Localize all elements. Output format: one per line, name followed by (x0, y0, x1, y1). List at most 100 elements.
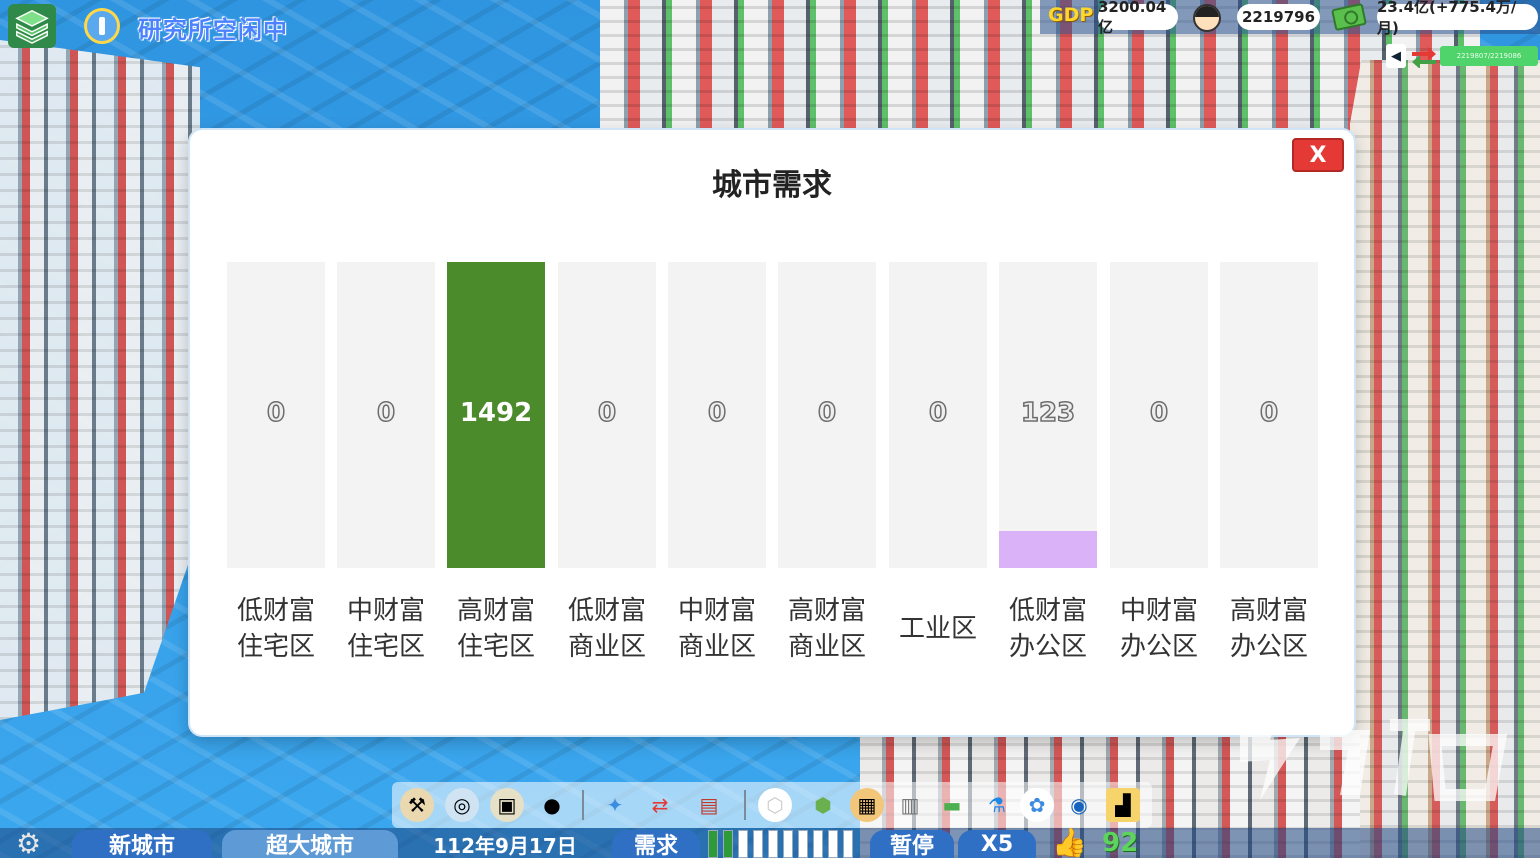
close-button[interactable]: X (1292, 138, 1344, 172)
toolbar-divider (744, 790, 746, 820)
flower-icon[interactable]: ✿ (1020, 788, 1054, 822)
demand-column-high-commercial: 0 高财富 商业区 (778, 262, 876, 682)
population-icon (1193, 4, 1221, 32)
demand-button[interactable]: 需求 (612, 830, 700, 858)
demand-column-mid-office: 0 中财富 办公区 (1110, 262, 1208, 682)
demand-columns: 0 低财富 住宅区 0 中财富 住宅区 1492 高财富 住宅区 0 低财富 商… (227, 262, 1320, 682)
demand-label: 低财富 办公区 (989, 592, 1107, 666)
demand-column-low-residential: 0 低财富 住宅区 (227, 262, 325, 682)
money-value: 23.4亿(+775.4万/月) (1377, 0, 1538, 37)
gdp-value: 3200.04亿 (1098, 0, 1178, 36)
demand-value: 0 (817, 397, 837, 429)
demand-label-line1: 低财富 (1008, 596, 1087, 626)
demand-column-high-office: 0 高财富 办公区 (1220, 262, 1318, 682)
speed-step[interactable] (738, 830, 748, 858)
demand-label-line1: 工业区 (898, 614, 977, 644)
zone-hex-icon[interactable]: ⬡ (758, 788, 792, 822)
demand-label: 高财富 住宅区 (437, 592, 555, 666)
demand-value: 1492 (459, 398, 533, 428)
demand-column-mid-residential: 0 中财富 住宅区 (337, 262, 435, 682)
demand-label-line2: 办公区 (1008, 632, 1087, 662)
trade-arrows-icon[interactable] (1410, 44, 1438, 68)
statistics-icon[interactable]: ▤ (692, 788, 726, 822)
dialog-title: 城市需求 (712, 168, 832, 203)
demand-label: 中财富 住宅区 (327, 592, 445, 666)
demand-label-line1: 高财富 (1229, 596, 1308, 626)
metro-icon[interactable]: ◎ (445, 788, 479, 822)
demand-label: 高财富 办公区 (1210, 592, 1328, 666)
game-date: 112年9月17日 (433, 833, 577, 858)
layers-button[interactable] (8, 4, 56, 48)
speed-step[interactable] (768, 830, 778, 858)
approval-thumb-icon: 👍 (1052, 826, 1087, 858)
finance-icon[interactable]: ▬ (935, 788, 969, 822)
demand-label: 高财富 商业区 (768, 592, 886, 666)
demand-column-industrial: 0 工业区 (889, 262, 987, 682)
demand-label-line2: 商业区 (567, 632, 646, 662)
disaster-icon[interactable]: ● (535, 788, 569, 822)
speed-button[interactable]: X5 (958, 830, 1036, 858)
research-flask-icon[interactable]: ⚗ (980, 788, 1014, 822)
settings-gear-icon[interactable]: ⚙ (16, 830, 50, 858)
demand-label-line1: 低财富 (236, 596, 315, 626)
industry-icon[interactable]: ▟ (1106, 788, 1140, 822)
pause-button[interactable]: 暂停 (870, 830, 954, 858)
demand-label-line1: 低财富 (567, 596, 646, 626)
bulldozer-icon[interactable]: ▣ (490, 788, 524, 822)
view-eye-icon[interactable]: ◉ (1062, 788, 1096, 822)
demand-label-line2: 商业区 (677, 632, 756, 662)
gdp-label: GDP (1048, 4, 1094, 26)
demand-column-high-residential: 1492 高财富 住宅区 (447, 262, 545, 682)
demand-label: 中财富 办公区 (1100, 592, 1218, 666)
speed-step[interactable] (828, 830, 838, 858)
speed-step[interactable] (708, 830, 718, 858)
demand-column-low-commercial: 0 低财富 商业区 (558, 262, 656, 682)
demand-value: 0 (1259, 397, 1279, 429)
demand-label-line1: 中财富 (346, 596, 425, 626)
speed-step[interactable] (723, 830, 733, 858)
speed-step[interactable] (843, 830, 853, 858)
demand-label-line2: 住宅区 (456, 632, 535, 662)
demand-value: 0 (1149, 397, 1169, 429)
demand-label-line2: 办公区 (1119, 632, 1198, 662)
collapse-arrow-button[interactable]: ◀ (1386, 44, 1406, 68)
demand-label-line1: 中财富 (677, 596, 756, 626)
policy-icon[interactable]: ✦ (598, 788, 632, 822)
demand-label: 低财富 商业区 (548, 592, 666, 666)
demand-label-line2: 住宅区 (346, 632, 425, 662)
demand-value: 0 (707, 397, 727, 429)
speed-step[interactable] (813, 830, 823, 858)
demand-label-line1: 中财富 (1119, 596, 1198, 626)
demand-column-mid-commercial: 0 中财富 商业区 (668, 262, 766, 682)
speed-slider[interactable] (708, 828, 866, 858)
district-icon[interactable]: ⬢ (806, 788, 840, 822)
city-size-label: 超大城市 (222, 830, 398, 858)
demand-label-line2: 办公区 (1229, 632, 1308, 662)
layers-icon (15, 10, 49, 44)
demand-label-line1: 高财富 (456, 596, 535, 626)
demand-value: 0 (376, 397, 396, 429)
research-icon[interactable] (84, 8, 120, 44)
speed-step[interactable] (753, 830, 763, 858)
transfer-icon[interactable]: ⇄ (643, 788, 677, 822)
construction-icon[interactable]: ⚒ (400, 788, 434, 822)
toolbar-divider (582, 790, 584, 820)
demand-value: 0 (597, 397, 617, 429)
trade-progress: 2219807/2219086 (1440, 46, 1538, 66)
building-icon[interactable]: ▥ (893, 788, 927, 822)
city-demand-dialog: 城市需求 X 0 低财富 住宅区 0 中财富 住宅区 1492 高财富 住宅区 (190, 130, 1354, 735)
demand-label: 中财富 商业区 (658, 592, 776, 666)
population-value: 2219796 (1237, 4, 1320, 30)
watermark-logo (1240, 710, 1508, 801)
demand-label: 低财富 住宅区 (217, 592, 335, 666)
demand-label-line2: 商业区 (787, 632, 866, 662)
speed-step[interactable] (783, 830, 793, 858)
approval-rating: 92 (1102, 828, 1139, 858)
landmark-icon[interactable]: ▦ (850, 788, 884, 822)
demand-bar-fill (999, 531, 1097, 568)
new-city-button[interactable]: 新城市 (72, 830, 212, 858)
demand-value: 0 (266, 397, 286, 429)
speed-step[interactable] (798, 830, 808, 858)
research-status: 研究所空闲中 (138, 16, 288, 44)
demand-label-line1: 高财富 (787, 596, 866, 626)
